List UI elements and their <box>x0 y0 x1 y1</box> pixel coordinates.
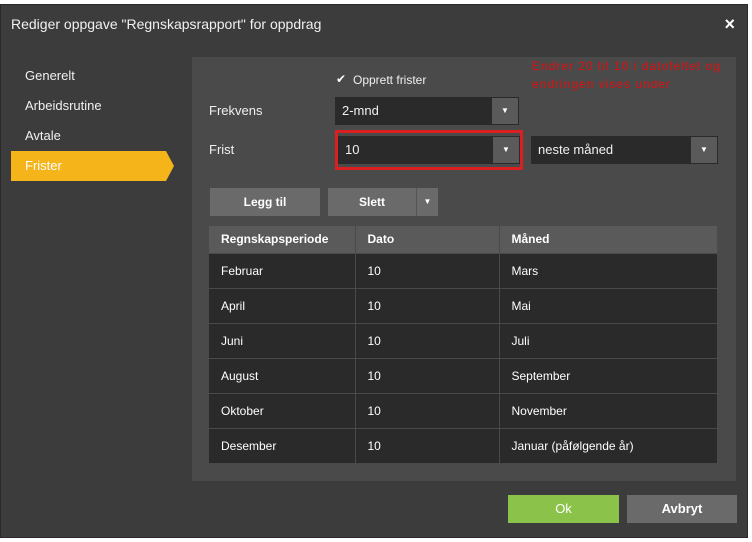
table-cell: April <box>209 287 356 323</box>
table-cell: Desember <box>209 427 356 463</box>
table-cell: Mars <box>499 252 718 288</box>
edit-task-dialog: Rediger oppgave "Regnskapsrapport" for o… <box>0 4 748 538</box>
annotation-text: Endrer 20 til 10 i datofeltet og endring… <box>532 59 721 91</box>
table-cell: Januar (påfølgende år) <box>499 427 718 463</box>
chevron-down-icon[interactable]: ▼ <box>492 98 518 124</box>
table-header-row: Regnskapsperiode Dato Måned <box>209 226 718 253</box>
dialog-titlebar: Rediger oppgave "Regnskapsrapport" for o… <box>1 5 747 41</box>
ok-button[interactable]: Ok <box>508 495 619 523</box>
nav-item-generelt[interactable]: Generelt <box>11 61 181 91</box>
table-cell: Februar <box>209 252 356 288</box>
table-cell: Mai <box>499 287 718 323</box>
chevron-down-icon[interactable]: ▼ <box>691 137 717 163</box>
check-icon[interactable]: ✔ <box>336 73 348 85</box>
table-cell: Oktober <box>209 392 356 428</box>
table-cell: August <box>209 357 356 393</box>
table-cell: 10 <box>355 322 500 358</box>
table-row[interactable]: Oktober 10 November <box>209 392 718 428</box>
table-cell: Juli <box>499 322 718 358</box>
table-row[interactable]: April 10 Mai <box>209 287 718 323</box>
table-row[interactable]: August 10 September <box>209 357 718 393</box>
highlight-box <box>335 130 523 170</box>
nav-item-frister[interactable]: Frister <box>11 151 174 181</box>
close-icon[interactable]: × <box>724 14 735 35</box>
table-row[interactable]: Juni 10 Juli <box>209 322 718 358</box>
table-cell: 10 <box>355 392 500 428</box>
frekvens-select[interactable]: 2-mnd ▼ <box>335 97 519 125</box>
nav-item-avtale[interactable]: Avtale <box>11 121 181 151</box>
chevron-down-icon[interactable]: ▼ <box>416 188 438 216</box>
table-cell: 10 <box>355 252 500 288</box>
avbryt-button[interactable]: Avbryt <box>627 495 737 523</box>
dialog-title: Rediger oppgave "Regnskapsrapport" for o… <box>11 16 322 32</box>
slett-button[interactable]: Slett ▼ <box>328 188 438 216</box>
table-row[interactable]: Februar 10 Mars <box>209 252 718 288</box>
frister-table: Regnskapsperiode Dato Måned Februar 10 M… <box>209 226 718 463</box>
column-header[interactable]: Måned <box>499 226 718 253</box>
legg-til-button[interactable]: Legg til <box>210 188 320 216</box>
table-row[interactable]: Desember 10 Januar (påfølgende år) <box>209 427 718 463</box>
table-cell: 10 <box>355 427 500 463</box>
table-cell: 10 <box>355 357 500 393</box>
sidebar-nav: Generelt Arbeidsrutine Avtale Frister <box>11 61 181 181</box>
opprett-frister-label: Opprett frister <box>353 73 427 87</box>
column-header[interactable]: Dato <box>355 226 500 253</box>
column-header[interactable]: Regnskapsperiode <box>209 226 356 253</box>
slett-label: Slett <box>358 195 385 209</box>
frist-label: Frist <box>209 142 235 157</box>
table-cell: November <box>499 392 718 428</box>
frist-month-value: neste måned <box>538 142 614 157</box>
nav-item-arbeidsrutine[interactable]: Arbeidsrutine <box>11 91 181 121</box>
table-cell: Juni <box>209 322 356 358</box>
frekvens-label: Frekvens <box>209 103 263 118</box>
table-cell: 10 <box>355 287 500 323</box>
frist-month-select[interactable]: neste måned ▼ <box>531 136 718 164</box>
table-cell: September <box>499 357 718 393</box>
frekvens-value: 2-mnd <box>342 103 379 118</box>
frister-panel: Endrer 20 til 10 i datofeltet og endring… <box>192 57 736 481</box>
